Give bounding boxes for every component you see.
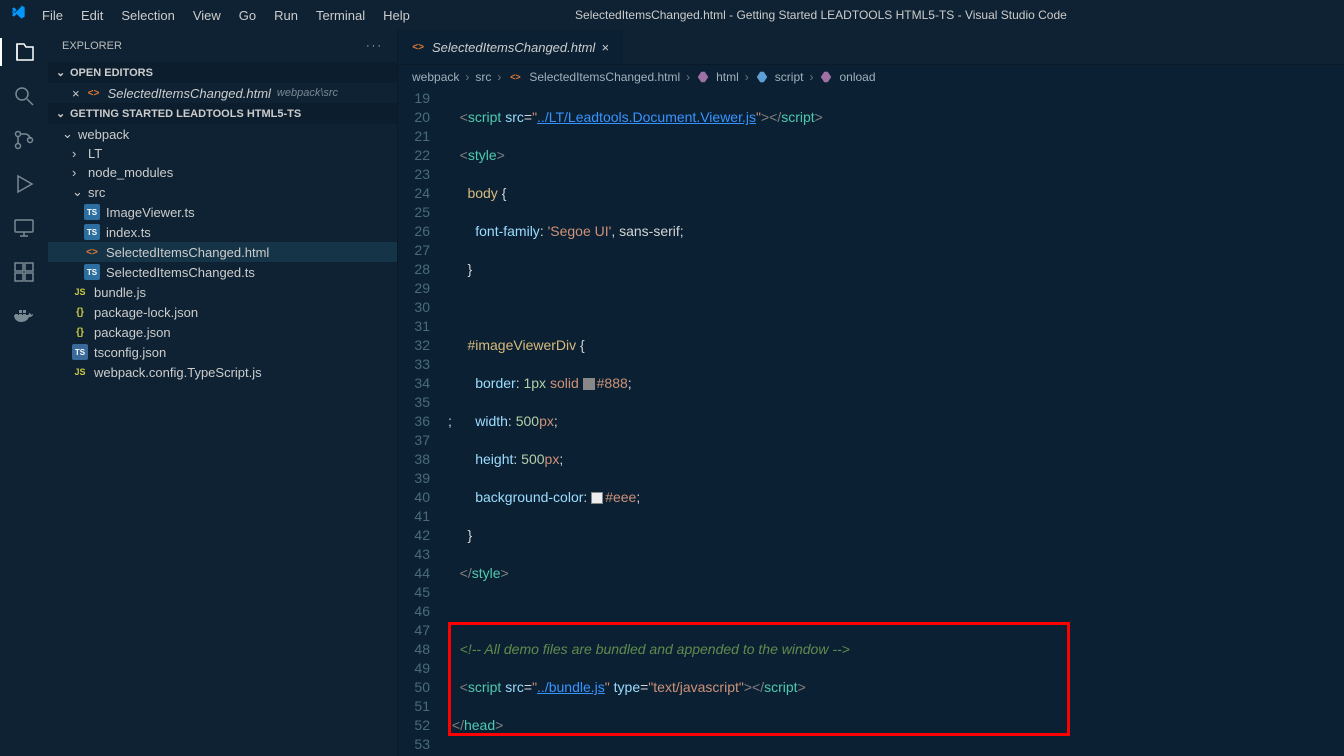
tabs-bar: <> SelectedItemsChanged.html × bbox=[398, 30, 1344, 65]
open-editors-section[interactable]: ⌄OPEN EDITORS bbox=[48, 62, 397, 83]
code-content[interactable]: <script src="../LT/Leadtools.Document.Vi… bbox=[448, 89, 1344, 756]
menu-go[interactable]: Go bbox=[231, 4, 264, 27]
element-icon bbox=[696, 70, 710, 84]
menu-terminal[interactable]: Terminal bbox=[308, 4, 373, 27]
menu-bar: File Edit Selection View Go Run Terminal… bbox=[0, 4, 418, 27]
ts-file-icon: TS bbox=[84, 204, 100, 220]
editor-area: <> SelectedItemsChanged.html × webpack› … bbox=[398, 30, 1344, 756]
explorer-icon[interactable] bbox=[0, 38, 48, 66]
file-imageviewer-ts[interactable]: TSImageViewer.ts bbox=[48, 202, 397, 222]
sidebar-title: EXPLORER ··· bbox=[48, 30, 397, 62]
element-icon bbox=[819, 70, 833, 84]
file-tsconfig-json[interactable]: TStsconfig.json bbox=[48, 342, 397, 362]
file-index-ts[interactable]: TSindex.ts bbox=[48, 222, 397, 242]
window-title: SelectedItemsChanged.html - Getting Star… bbox=[418, 8, 1224, 22]
file-selecteditemschanged-html[interactable]: <>SelectedItemsChanged.html bbox=[48, 242, 397, 262]
element-icon bbox=[755, 70, 769, 84]
extensions-icon[interactable] bbox=[10, 258, 38, 286]
remote-icon[interactable] bbox=[10, 214, 38, 242]
line-numbers: 1920212223242526272829303132333435363738… bbox=[398, 89, 448, 756]
close-tab-icon[interactable]: × bbox=[601, 40, 609, 55]
ts-file-icon: TS bbox=[84, 264, 100, 280]
search-icon[interactable] bbox=[10, 82, 38, 110]
folder-node-modules[interactable]: ›node_modules bbox=[48, 163, 397, 182]
menu-view[interactable]: View bbox=[185, 4, 229, 27]
tsconfig-file-icon: TS bbox=[72, 344, 88, 360]
menu-selection[interactable]: Selection bbox=[113, 4, 182, 27]
code-editor[interactable]: 1920212223242526272829303132333435363738… bbox=[398, 89, 1344, 756]
activity-bar bbox=[0, 30, 48, 756]
js-file-icon: JS bbox=[72, 364, 88, 380]
file-package-lock-json[interactable]: {}package-lock.json bbox=[48, 302, 397, 322]
ts-file-icon: TS bbox=[84, 224, 100, 240]
vscode-logo-icon bbox=[10, 4, 26, 20]
folder-lt[interactable]: ›LT bbox=[48, 144, 397, 163]
menu-help[interactable]: Help bbox=[375, 4, 418, 27]
more-icon[interactable]: ··· bbox=[366, 40, 383, 52]
menu-file[interactable]: File bbox=[34, 4, 71, 27]
html-file-icon: <> bbox=[86, 85, 102, 101]
file-package-json[interactable]: {}package.json bbox=[48, 322, 397, 342]
titlebar: File Edit Selection View Go Run Terminal… bbox=[0, 0, 1344, 30]
menu-run[interactable]: Run bbox=[266, 4, 306, 27]
file-webpack-config-js[interactable]: JSwebpack.config.TypeScript.js bbox=[48, 362, 397, 382]
json-file-icon: {} bbox=[72, 324, 88, 340]
source-control-icon[interactable] bbox=[10, 126, 38, 154]
run-debug-icon[interactable] bbox=[10, 170, 38, 198]
editor-tab[interactable]: <> SelectedItemsChanged.html × bbox=[398, 30, 622, 64]
project-section[interactable]: ⌄GETTING STARTED LEADTOOLS HTML5-TS bbox=[48, 103, 397, 124]
js-file-icon: JS bbox=[72, 284, 88, 300]
docker-icon[interactable] bbox=[10, 302, 38, 330]
file-bundle-js[interactable]: JSbundle.js bbox=[48, 282, 397, 302]
file-selecteditemschanged-ts[interactable]: TSSelectedItemsChanged.ts bbox=[48, 262, 397, 282]
sidebar: EXPLORER ··· ⌄OPEN EDITORS × <> Selected… bbox=[48, 30, 398, 756]
close-icon[interactable]: × bbox=[72, 86, 80, 101]
open-editor-item[interactable]: × <> SelectedItemsChanged.html webpack\s… bbox=[48, 83, 397, 103]
menu-edit[interactable]: Edit bbox=[73, 4, 111, 27]
breadcrumb[interactable]: webpack› src› <>SelectedItemsChanged.htm… bbox=[398, 65, 1344, 89]
html-file-icon: <> bbox=[507, 69, 523, 85]
folder-webpack[interactable]: ⌄webpack bbox=[48, 124, 397, 144]
html-file-icon: <> bbox=[84, 244, 100, 260]
json-file-icon: {} bbox=[72, 304, 88, 320]
html-file-icon: <> bbox=[410, 39, 426, 55]
folder-src[interactable]: ⌄src bbox=[48, 182, 397, 202]
